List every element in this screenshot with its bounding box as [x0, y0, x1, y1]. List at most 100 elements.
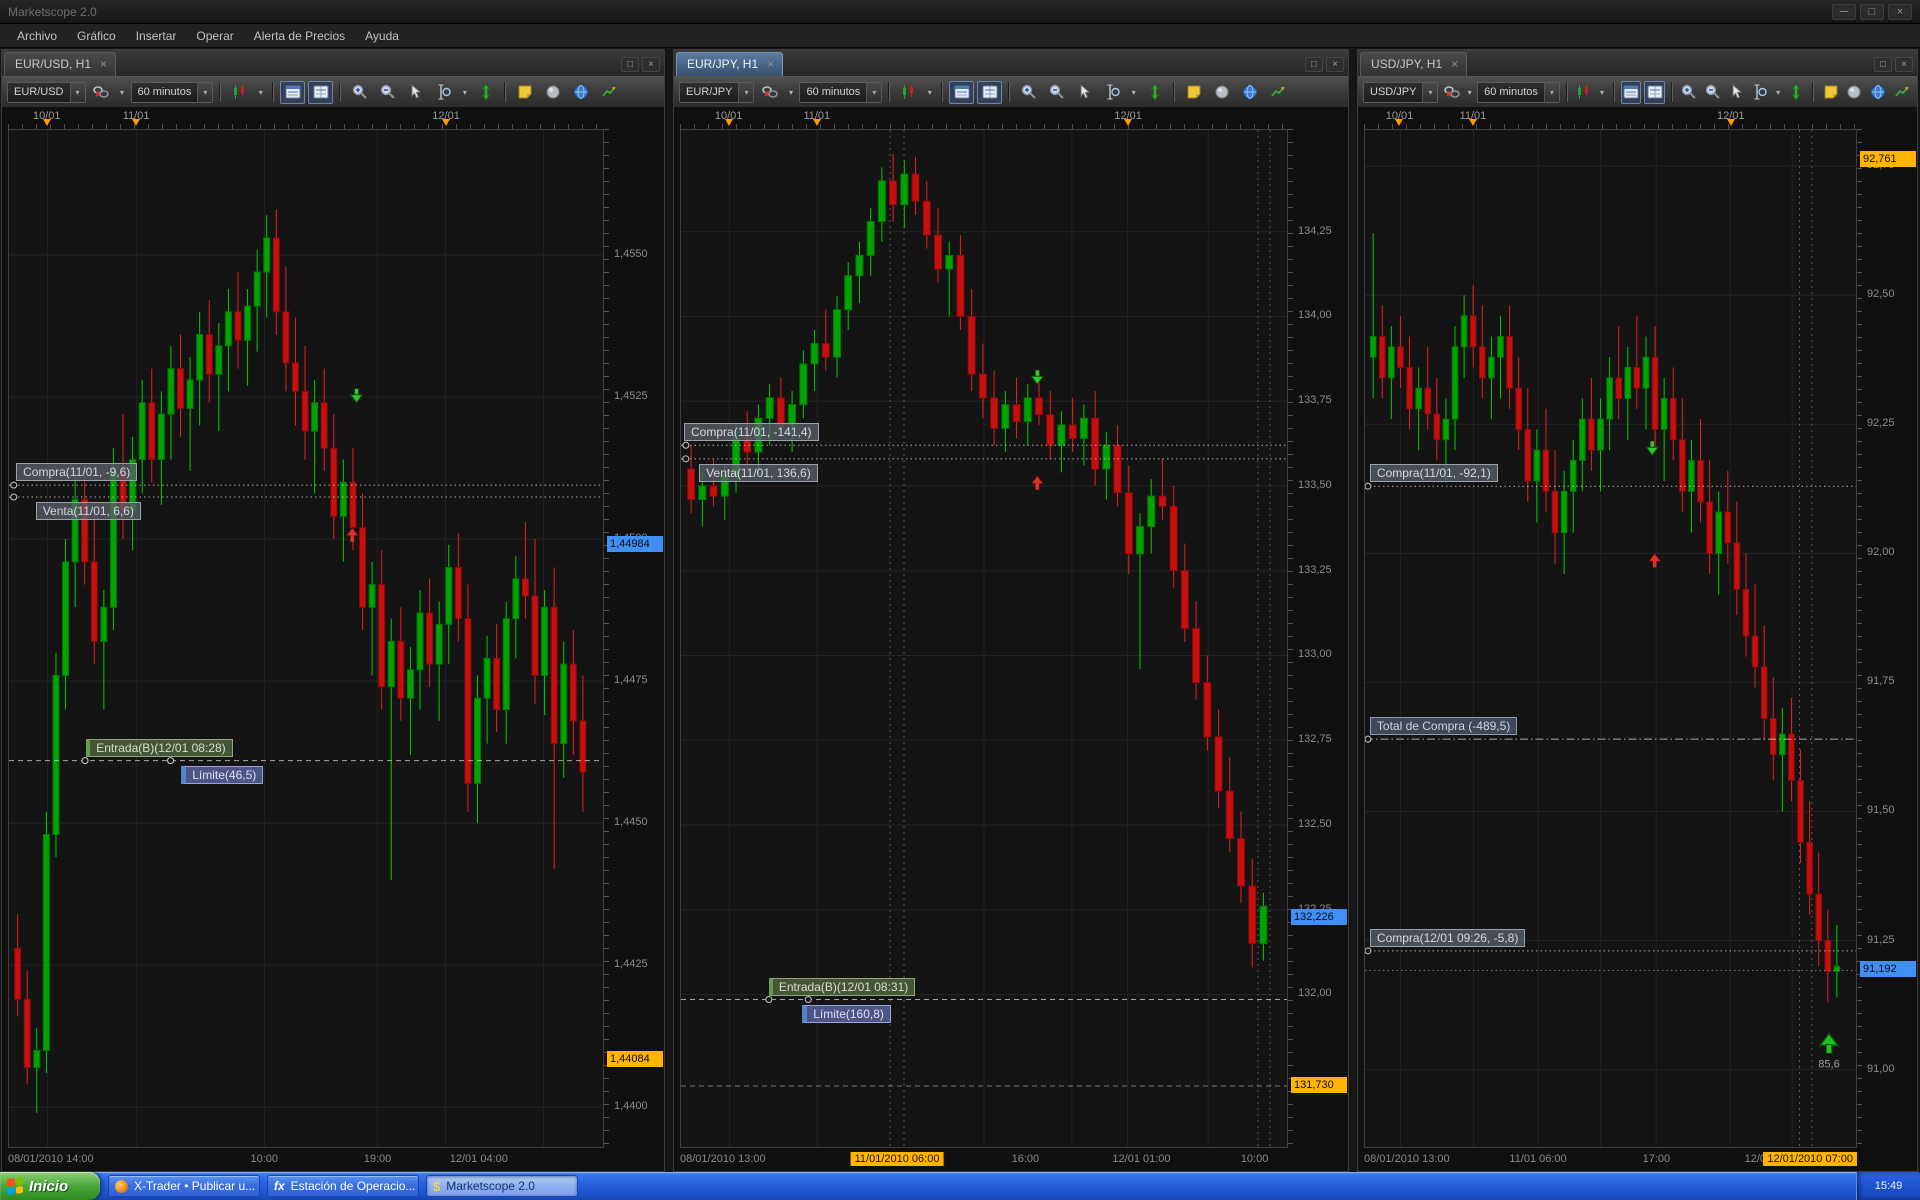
menu-item-alerta-de-precios[interactable]: Alerta de Precios [245, 26, 354, 46]
dropdown-caret-icon[interactable]: ▾ [1774, 88, 1783, 97]
strategy-icon[interactable] [596, 81, 621, 104]
web-icon[interactable] [1868, 81, 1889, 104]
symbol-select[interactable]: EUR/JPY▾ [679, 82, 754, 103]
data-window-icon[interactable] [1644, 81, 1665, 104]
chart-type-icon[interactable] [1574, 81, 1595, 104]
annotation-label[interactable]: Compra(12/01 09:26, -5,8) [1370, 929, 1525, 947]
chevron-down-icon[interactable]: ▾ [1422, 83, 1437, 102]
tab-usdjpy[interactable]: USD/JPY, H1 × [1360, 52, 1467, 76]
zoom-out-icon[interactable] [1044, 81, 1069, 104]
dropdown-caret-icon[interactable]: ▾ [459, 88, 470, 97]
autoscale-icon[interactable] [1142, 81, 1167, 104]
dropdown-caret-icon[interactable]: ▾ [1598, 88, 1607, 97]
annotation-label[interactable]: Venta(11/01, 6,6) [36, 502, 141, 520]
price-chart-canvas[interactable] [9, 130, 603, 1147]
link-broken-icon[interactable] [1441, 81, 1462, 104]
interval-select[interactable]: 60 minutos▾ [131, 82, 214, 103]
strategy-icon[interactable] [1891, 81, 1912, 104]
symbol-select[interactable]: USD/JPY▾ [1363, 82, 1438, 103]
dropdown-caret-icon[interactable]: ▾ [117, 88, 128, 97]
link-broken-icon[interactable] [757, 81, 782, 104]
annotation-label[interactable]: Límite(46,5) [181, 766, 263, 784]
chevron-down-icon[interactable]: ▾ [70, 83, 85, 102]
pointer-icon[interactable] [1726, 81, 1747, 104]
note-icon[interactable] [1820, 81, 1841, 104]
taskbar-button-firefox[interactable]: X-Trader • Publicar u... [108, 1175, 260, 1197]
panel-restore-icon[interactable]: □ [1305, 57, 1323, 72]
annotation-label[interactable]: Venta(11/01, 136,6) [699, 464, 818, 482]
annotation-label[interactable]: Entrada(B)(12/01 08:31) [769, 978, 915, 996]
menu-item-operar[interactable]: Operar [187, 26, 242, 46]
zoom-out-icon[interactable] [375, 81, 400, 104]
quote-board-icon[interactable] [1621, 81, 1642, 104]
dropdown-caret-icon[interactable]: ▾ [255, 88, 266, 97]
dropdown-caret-icon[interactable]: ▾ [1465, 88, 1474, 97]
menu-item-archivo[interactable]: Archivo [8, 26, 66, 46]
menu-item-gr-fico[interactable]: Gráfico [68, 26, 125, 46]
panel-restore-icon[interactable]: □ [1874, 57, 1892, 72]
dropdown-caret-icon[interactable]: ▾ [924, 88, 935, 97]
zoom-in-icon[interactable] [1016, 81, 1041, 104]
panel-close-icon[interactable]: × [642, 57, 660, 72]
annotation-label[interactable]: Compra(11/01, -92,1) [1370, 464, 1498, 482]
note-icon[interactable] [512, 81, 537, 104]
note-icon[interactable] [1181, 81, 1206, 104]
autoscale-icon[interactable] [1786, 81, 1807, 104]
news-icon[interactable] [1844, 81, 1865, 104]
maximize-icon[interactable]: □ [1860, 4, 1884, 20]
chevron-down-icon[interactable]: ▾ [866, 83, 881, 102]
zoom-in-icon[interactable] [1679, 81, 1700, 104]
annotation-label[interactable]: Compra(11/01, -141,4) [684, 423, 819, 441]
zoom-in-icon[interactable] [347, 81, 372, 104]
symbol-select[interactable]: EUR/USD▾ [7, 82, 86, 103]
interval-select[interactable]: 60 minutos▾ [1477, 82, 1560, 103]
pointer-icon[interactable] [403, 81, 428, 104]
data-window-icon[interactable] [977, 81, 1002, 104]
interval-select[interactable]: 60 minutos▾ [799, 82, 882, 103]
news-icon[interactable] [540, 81, 565, 104]
link-broken-icon[interactable] [89, 81, 114, 104]
annotation-label[interactable]: Entrada(B)(12/01 08:28) [86, 739, 232, 757]
data-window-icon[interactable] [308, 81, 333, 104]
chart-type-icon[interactable] [896, 81, 921, 104]
panel-restore-icon[interactable]: □ [621, 57, 639, 72]
chevron-down-icon[interactable]: ▾ [1544, 83, 1559, 102]
chevron-down-icon[interactable]: ▾ [197, 83, 212, 102]
tab-eurjpy[interactable]: EUR/JPY, H1 × [676, 52, 783, 76]
web-icon[interactable] [568, 81, 593, 104]
news-icon[interactable] [1209, 81, 1234, 104]
menu-item-insertar[interactable]: Insertar [127, 26, 186, 46]
dropdown-caret-icon[interactable]: ▾ [785, 88, 796, 97]
measure-icon[interactable] [1750, 81, 1771, 104]
measure-icon[interactable] [431, 81, 456, 104]
panel-close-icon[interactable]: × [1895, 57, 1913, 72]
price-axis[interactable]: 1,45501,45251,45001,44751,44501,44251,44… [604, 129, 664, 1148]
strategy-icon[interactable] [1265, 81, 1290, 104]
quote-board-icon[interactable] [949, 81, 974, 104]
chevron-down-icon[interactable]: ▾ [738, 83, 753, 102]
taskbar-button-fx[interactable]: fxEstación de Operacio... [267, 1175, 419, 1197]
web-icon[interactable] [1237, 81, 1262, 104]
annotation-label[interactable]: Compra(11/01, -9,6) [16, 463, 137, 481]
menu-item-ayuda[interactable]: Ayuda [356, 26, 408, 46]
close-icon[interactable]: × [1888, 4, 1912, 20]
autoscale-icon[interactable] [473, 81, 498, 104]
taskbar-button-dollar[interactable]: $Marketscope 2.0 [426, 1175, 578, 1197]
start-button[interactable]: Inicio [0, 1172, 100, 1200]
pointer-icon[interactable] [1072, 81, 1097, 104]
tab-close-icon[interactable]: × [100, 58, 107, 70]
panel-close-icon[interactable]: × [1326, 57, 1344, 72]
tab-close-icon[interactable]: × [767, 58, 774, 70]
annotation-label[interactable]: Límite(160,8) [802, 1005, 891, 1023]
chart-type-icon[interactable] [227, 81, 252, 104]
price-axis[interactable]: 92,7592,5092,2592,0091,7591,5091,2591,00… [1857, 129, 1917, 1148]
zoom-out-icon[interactable] [1703, 81, 1724, 104]
tab-eurusd[interactable]: EUR/USD, H1 × [4, 52, 116, 76]
price-chart-canvas[interactable]: 85,6 [1365, 130, 1856, 1147]
minimize-icon[interactable]: ─ [1832, 4, 1856, 20]
quote-board-icon[interactable] [280, 81, 305, 104]
measure-icon[interactable] [1100, 81, 1125, 104]
tab-close-icon[interactable]: × [1451, 58, 1458, 70]
price-axis[interactable]: 134,25134,00133,75133,50133,25133,00132,… [1288, 129, 1348, 1148]
annotation-label[interactable]: Total de Compra (-489,5) [1370, 717, 1517, 735]
